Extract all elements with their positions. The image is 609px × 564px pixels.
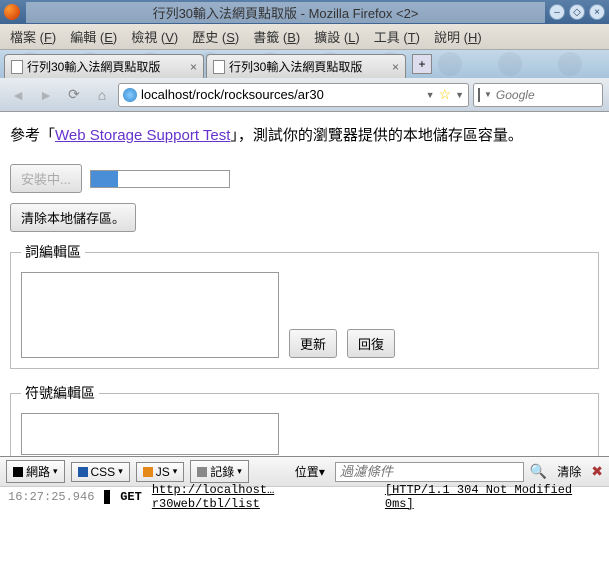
dropdown-icon[interactable]: ▼: [455, 90, 464, 100]
chevron-down-icon: ▾: [118, 466, 123, 477]
install-button[interactable]: 安裝中...: [10, 164, 82, 193]
dev-clear-button[interactable]: 清除: [553, 463, 585, 480]
menu-bookmarks[interactable]: 書籤 (B): [247, 25, 306, 48]
menu-extensions[interactable]: 擴設 (L): [308, 25, 366, 48]
console-status: [HTTP/1.1 304 Not Modified 0ms]: [385, 483, 601, 511]
dev-log-button[interactable]: 記錄▾: [190, 460, 249, 483]
tab-close-icon[interactable]: ×: [190, 60, 197, 74]
restore-button[interactable]: 回復: [347, 329, 395, 358]
dev-js-button[interactable]: JS▾: [136, 462, 185, 482]
menu-help[interactable]: 說明 (H): [428, 25, 488, 48]
menu-edit[interactable]: 編輯 (E): [64, 25, 123, 48]
menu-history[interactable]: 歷史 (S): [186, 25, 245, 48]
minimize-button[interactable]: –: [549, 4, 565, 20]
chevron-down-icon: ▾: [53, 466, 58, 477]
window-title: 行列30輸入法網頁點取版 - Mozilla Firefox <2>: [26, 2, 545, 23]
tabbar: 行列30輸入法網頁點取版 × 行列30輸入法網頁點取版 × +: [0, 50, 609, 78]
bookmark-star-icon[interactable]: ☆: [439, 86, 452, 103]
dev-net-button[interactable]: 網路▾: [6, 460, 65, 483]
clear-storage-button[interactable]: 清除本地儲存區。: [10, 203, 136, 232]
cursor-icon: [104, 490, 110, 504]
dropdown-icon[interactable]: ▼: [484, 90, 492, 99]
chevron-down-icon: ▾: [319, 465, 325, 479]
devtools-toolbar: 網路▾ CSS▾ JS▾ 記錄▾ 位置▾ 🔍 清除 ✖: [0, 456, 609, 486]
url-input[interactable]: [141, 87, 422, 102]
document-icon: [11, 60, 23, 74]
close-button[interactable]: ×: [589, 4, 605, 20]
chevron-down-icon: ▾: [173, 466, 178, 477]
bottom-padding: [0, 506, 609, 564]
search-box[interactable]: ▼: [473, 83, 603, 107]
window-titlebar: 行列30輸入法網頁點取版 - Mozilla Firefox <2> – ◇ ×: [0, 0, 609, 24]
back-button[interactable]: ◄: [6, 83, 30, 107]
console-line: 16:27:25.946 GET http://localhost…r30web…: [0, 486, 609, 506]
tab-label: 行列30輸入法網頁點取版: [229, 58, 362, 75]
dev-filter-input[interactable]: [335, 462, 524, 482]
chevron-down-icon: ▾: [237, 466, 242, 477]
square-icon: [143, 467, 153, 477]
word-editor-textarea[interactable]: [21, 272, 279, 358]
dev-close-icon[interactable]: ✖: [591, 463, 603, 480]
symbol-editor-legend: 符號編輯區: [21, 383, 99, 403]
console-method: GET: [120, 490, 142, 504]
square-icon: [78, 467, 88, 477]
square-icon: [197, 467, 207, 477]
symbol-editor-section: 符號編輯區: [10, 383, 599, 456]
tab-label: 行列30輸入法網頁點取版: [27, 58, 160, 75]
word-editor-legend: 詞編輯區: [21, 242, 85, 262]
menu-file[interactable]: 檔案 (F): [4, 25, 62, 48]
dropdown-icon[interactable]: ▼: [426, 90, 435, 100]
page-content: 參考「Web Storage Support Test」，測試你的瀏覽器提供的本…: [0, 112, 609, 456]
tab-1[interactable]: 行列30輸入法網頁點取版 ×: [4, 54, 204, 78]
symbol-editor-textarea[interactable]: [21, 413, 279, 455]
tab-2[interactable]: 行列30輸入法網頁點取版 ×: [206, 54, 406, 78]
new-tab-button[interactable]: +: [412, 54, 432, 74]
navbar: ◄ ► ⟳ ⌂ ▼ ☆ ▼ ▼: [0, 78, 609, 112]
intro-text: 參考「Web Storage Support Test」，測試你的瀏覽器提供的本…: [10, 124, 599, 148]
search-input[interactable]: [496, 88, 609, 102]
search-icon[interactable]: 🔍: [530, 463, 547, 480]
google-icon: [478, 88, 480, 102]
dev-css-button[interactable]: CSS▾: [71, 462, 130, 482]
reload-button[interactable]: ⟳: [62, 83, 86, 107]
globe-icon: [123, 88, 137, 102]
console-url[interactable]: http://localhost…r30web/tbl/list: [152, 483, 375, 511]
update-button[interactable]: 更新: [289, 329, 337, 358]
dev-position-button[interactable]: 位置▾: [291, 463, 329, 480]
tab-close-icon[interactable]: ×: [392, 60, 399, 74]
url-bar[interactable]: ▼ ☆ ▼: [118, 83, 469, 107]
install-progress: [90, 170, 230, 188]
menubar: 檔案 (F) 編輯 (E) 檢視 (V) 歷史 (S) 書籤 (B) 擴設 (L…: [0, 24, 609, 50]
forward-button[interactable]: ►: [34, 83, 58, 107]
word-editor-section: 詞編輯區 更新 回復: [10, 242, 599, 369]
maximize-button[interactable]: ◇: [569, 4, 585, 20]
menu-view[interactable]: 檢視 (V): [125, 25, 184, 48]
document-icon: [213, 60, 225, 74]
console-timestamp: 16:27:25.946: [8, 490, 94, 504]
storage-test-link[interactable]: Web Storage Support Test: [55, 127, 230, 144]
firefox-icon: [4, 4, 20, 20]
square-icon: [13, 467, 23, 477]
menu-tools[interactable]: 工具 (T): [368, 25, 426, 48]
progress-bar: [91, 171, 119, 187]
home-button[interactable]: ⌂: [90, 83, 114, 107]
